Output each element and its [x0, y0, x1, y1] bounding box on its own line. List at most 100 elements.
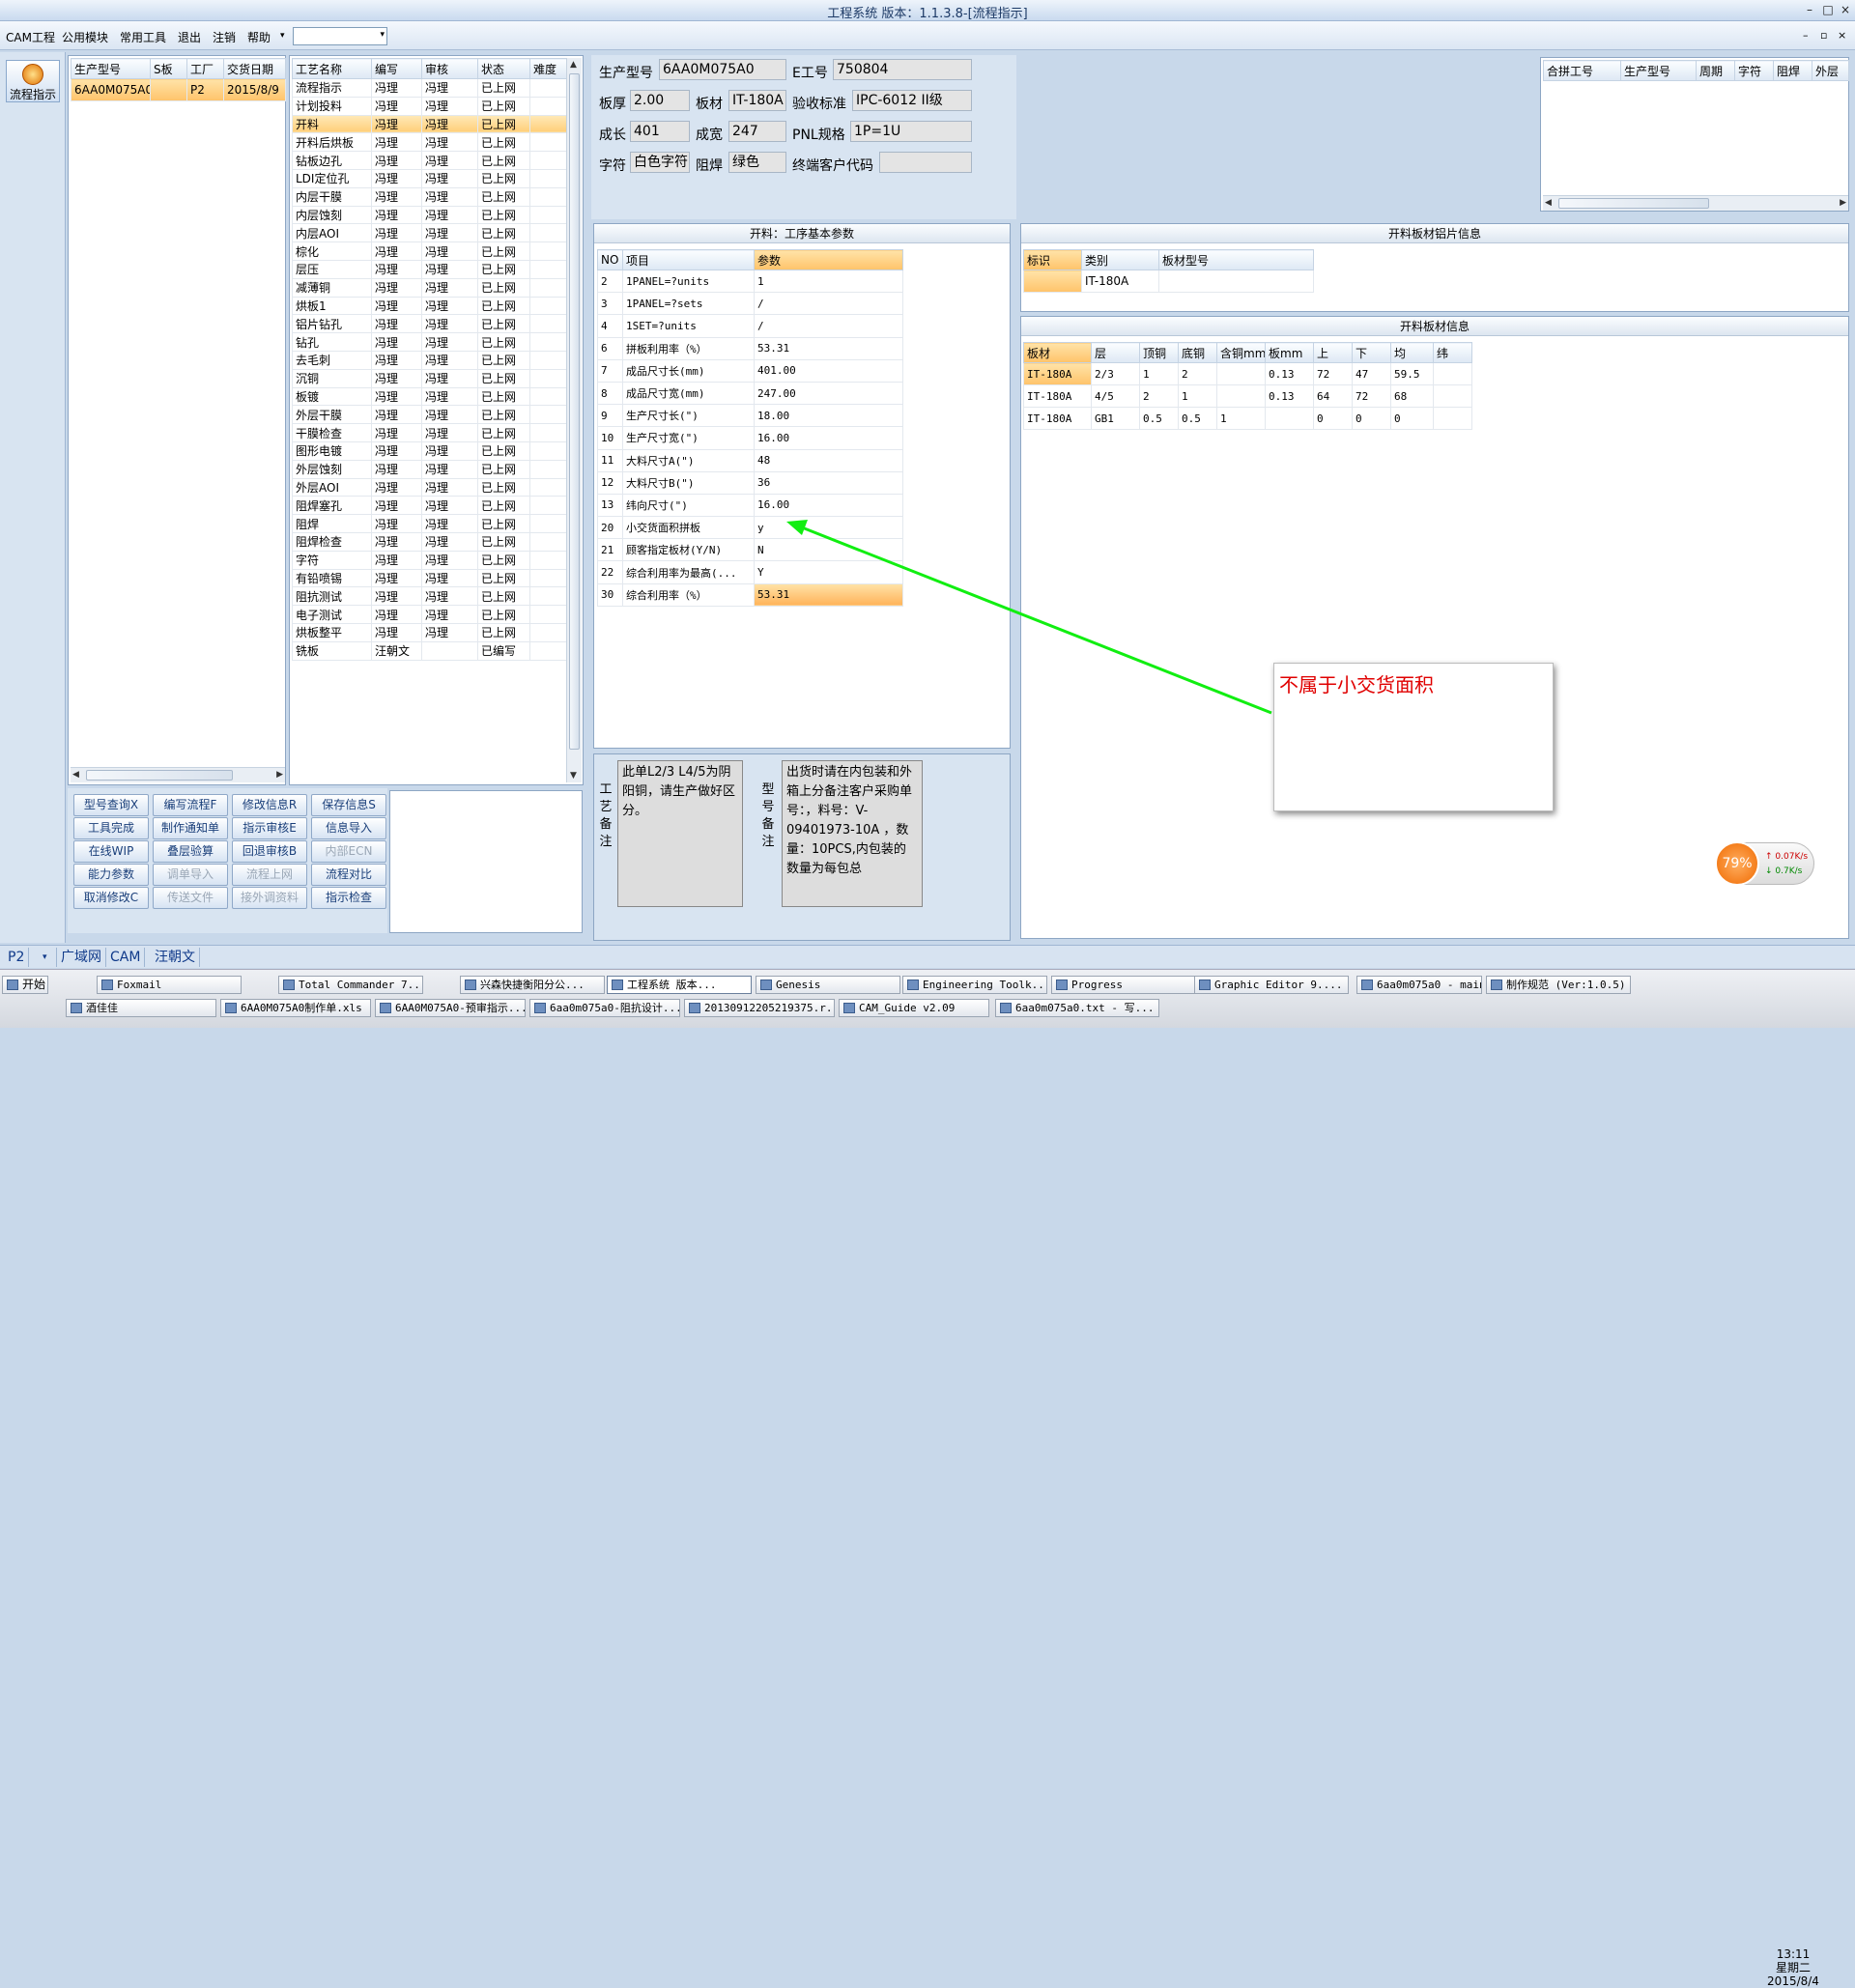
taskbar-item[interactable]: Graphic Editor 9.... [1194, 976, 1349, 994]
taskbar-item[interactable]: 6AA0M075A0制作单.xls [220, 999, 371, 1017]
scroll-thumb[interactable] [86, 770, 233, 781]
param-row[interactable]: 7 成品尺寸长(mm) 401.00 [597, 358, 903, 383]
param-row[interactable]: 13 纬向尺寸(") 16.00 [597, 493, 903, 518]
accept-field[interactable]: IPC-6012 II级 [852, 90, 972, 111]
col-s-board[interactable]: S板 [150, 58, 187, 79]
param-row[interactable]: 30 综合利用率（%） 53.31 [597, 582, 903, 607]
end-cust-field[interactable] [879, 152, 972, 173]
param-row[interactable]: 20 小交货面积拼板 y [597, 516, 903, 540]
process-row[interactable]: 干膜检查 冯理 冯理 已上网 [292, 423, 567, 442]
scroll-left-icon[interactable]: ◀ [72, 770, 79, 780]
length-field[interactable]: 401 [630, 121, 690, 142]
order-list-hscroll[interactable]: ◀ ▶ [71, 767, 285, 782]
action-button[interactable]: 流程上网 [232, 864, 307, 886]
action-button[interactable]: 工具完成 [73, 817, 149, 839]
action-button[interactable]: 在线WIP [73, 840, 149, 863]
order-row[interactable]: 6AA0M075A0 P2 2015/8/9 [71, 78, 286, 101]
process-row[interactable]: 沉铜 冯理 冯理 已上网 [292, 368, 567, 388]
action-button[interactable]: 回退审核B [232, 840, 307, 863]
process-row[interactable]: 阻焊塞孔 冯理 冯理 已上网 [292, 496, 567, 516]
merge-col[interactable]: 字符 [1734, 60, 1774, 81]
menu-common-module[interactable]: 公用模块 [62, 29, 108, 45]
action-button[interactable]: 叠层验算 [153, 840, 228, 863]
process-note[interactable]: 此单L2/3 L4/5为阴阳铜，请生产做好区分。 [617, 760, 743, 907]
tab-factory[interactable]: P2 [4, 948, 30, 967]
col-item[interactable]: 项目 [622, 249, 755, 270]
network-speed-widget[interactable]: 79% ↑ 0.07K/s ↓ 0.7K/s [1715, 841, 1814, 886]
alu-col[interactable]: 类别 [1081, 249, 1159, 270]
pnl-field[interactable]: 1P=1U [850, 121, 972, 142]
merge-table-hscroll[interactable]: ◀ ▶ [1543, 195, 1848, 211]
menu-logout[interactable]: 注销 [213, 29, 236, 45]
action-button[interactable]: 接外调资料 [232, 887, 307, 909]
taskbar-item[interactable]: 6aa0m075a0 - main_qa [1356, 976, 1482, 994]
scroll-left-icon[interactable]: ◀ [1545, 198, 1552, 208]
param-row[interactable]: 12 大料尺寸B(") 36 [597, 470, 903, 495]
process-row[interactable]: 外层蚀刻 冯理 冯理 已上网 [292, 459, 567, 479]
process-row[interactable]: 阻焊检查 冯理 冯理 已上网 [292, 531, 567, 552]
scroll-up-icon[interactable]: ▲ [570, 60, 577, 70]
alu-col[interactable]: 板材型号 [1158, 249, 1314, 270]
action-button[interactable]: 保存信息S [311, 794, 386, 816]
process-row[interactable]: 开料后烘板 冯理 冯理 已上网 [292, 132, 567, 153]
process-row[interactable]: 内层蚀刻 冯理 冯理 已上网 [292, 205, 567, 225]
model-note[interactable]: 出货时请在内包装和外箱上分备注客户采购单号：，料号：V-09401973-10A… [782, 760, 923, 907]
tab-user[interactable]: 汪朝文 [151, 948, 200, 967]
col-status[interactable]: 状态 [477, 58, 530, 79]
menu-cam[interactable]: CAM工程 [6, 29, 55, 45]
col-reviewer[interactable]: 审核 [421, 58, 478, 79]
thickness-field[interactable]: 2.00 [630, 90, 690, 111]
material-col[interactable]: 板mm [1265, 342, 1314, 363]
process-row[interactable]: 阻焊 冯理 冯理 已上网 [292, 514, 567, 533]
action-button[interactable]: 修改信息R [232, 794, 307, 816]
process-row[interactable]: 开料 冯理 冯理 已上网 [292, 114, 567, 134]
merge-col[interactable]: 生产型号 [1620, 60, 1697, 81]
process-row[interactable]: 烘板1 冯理 冯理 已上网 [292, 296, 567, 316]
col-process-name[interactable]: 工艺名称 [292, 58, 372, 79]
process-row[interactable]: 钻孔 冯理 冯理 已上网 [292, 332, 567, 352]
flow-indicator-button[interactable]: 流程指示 [6, 60, 60, 102]
process-row[interactable]: 字符 冯理 冯理 已上网 [292, 550, 567, 570]
help-dropdown-icon[interactable]: ▾ [280, 31, 285, 41]
alu-col[interactable]: 标识 [1023, 249, 1082, 270]
scroll-thumb[interactable] [569, 73, 580, 750]
merge-col[interactable]: 周期 [1696, 60, 1735, 81]
mdi-close-button[interactable]: × [1838, 29, 1846, 42]
process-row[interactable]: 铝片钻孔 冯理 冯理 已上网 [292, 314, 567, 334]
taskbar-item[interactable]: Total Commander 7... [278, 976, 423, 994]
menu-exit[interactable]: 退出 [178, 29, 201, 45]
action-button[interactable]: 指示审核E [232, 817, 307, 839]
action-button[interactable]: 能力参数 [73, 864, 149, 886]
merge-col[interactable]: 阻焊 [1773, 60, 1812, 81]
action-button[interactable]: 内部ECN [311, 840, 386, 863]
mdi-restore-button[interactable]: ▫ [1820, 29, 1827, 42]
process-row[interactable]: 外层AOI 冯理 冯理 已上网 [292, 477, 567, 497]
material-col[interactable]: 纬 [1433, 342, 1472, 363]
process-row[interactable]: 图形电镀 冯理 冯理 已上网 [292, 440, 567, 461]
action-button[interactable]: 传送文件 [153, 887, 228, 909]
alu-row[interactable]: IT-180A [1023, 270, 1314, 293]
param-row[interactable]: 10 生产尺寸宽(") 16.00 [597, 426, 903, 450]
process-row[interactable]: 有铅喷锡 冯理 冯理 已上网 [292, 568, 567, 588]
menu-help[interactable]: 帮助 [247, 29, 271, 45]
param-row[interactable]: 21 顾客指定板材(Y/N) N [597, 538, 903, 562]
param-row[interactable]: 3 1PANEL=?sets / [597, 292, 903, 316]
prod-model-field[interactable]: 6AA0M075A0 [659, 59, 786, 80]
maximize-button[interactable]: □ [1819, 2, 1837, 18]
menu-common-tools[interactable]: 常用工具 [120, 29, 166, 45]
col-writer[interactable]: 编写 [371, 58, 422, 79]
process-row[interactable]: 层压 冯理 冯理 已上网 [292, 259, 567, 279]
material-col[interactable]: 上 [1313, 342, 1353, 363]
col-delivery-date[interactable]: 交货日期 [223, 58, 286, 79]
process-list-vscroll[interactable]: ▲ ▼ [566, 58, 582, 782]
process-row[interactable]: 铣板 汪朝文 已编写 [292, 640, 567, 661]
process-row[interactable]: 阻抗测试 冯理 冯理 已上网 [292, 586, 567, 607]
material-field[interactable]: IT-180A [728, 90, 786, 111]
taskbar-item[interactable]: 6aa0m075a0-阻抗设计... [529, 999, 680, 1017]
merge-col[interactable]: 外层 [1812, 60, 1849, 81]
scroll-right-icon[interactable]: ▶ [1840, 198, 1846, 208]
process-row[interactable]: 电子测试 冯理 冯理 已上网 [292, 605, 567, 624]
action-button[interactable]: 取消修改C [73, 887, 149, 909]
action-button[interactable]: 制作通知单 [153, 817, 228, 839]
param-row[interactable]: 8 成品尺寸宽(mm) 247.00 [597, 381, 903, 406]
